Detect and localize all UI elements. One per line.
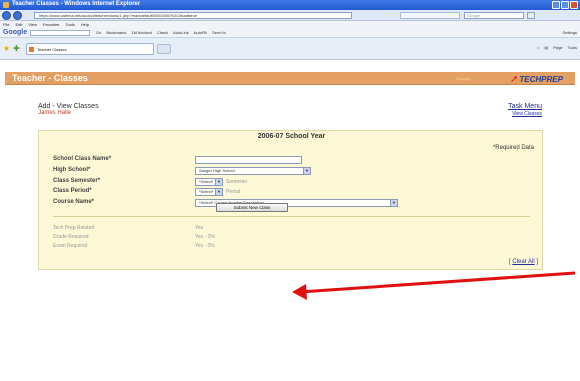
tools-menu[interactable]: Tools [568, 45, 577, 50]
forward-button[interactable] [13, 11, 22, 20]
arrow-shaft [299, 271, 576, 294]
tab-label: Teacher Classes [37, 47, 67, 52]
toolbar-blocked[interactable]: 1M blocked [131, 28, 151, 38]
maximize-button[interactable] [561, 1, 569, 9]
menu-view[interactable]: View [28, 21, 37, 28]
google-logo: Google [3, 29, 28, 36]
close-button[interactable] [570, 1, 578, 9]
menu-favorites[interactable]: Favorites [43, 21, 59, 28]
page-icon [29, 47, 34, 52]
page-content: Teacher - Classes Security ➚ TECHPREP Ad… [0, 60, 580, 381]
window-title-bar: Teacher Classes - Windows Internet Explo… [0, 0, 580, 10]
google-toolbar-items: Go Bookmarks 1M blocked Check AutoLink A… [96, 28, 226, 38]
new-tab-button[interactable] [157, 44, 171, 54]
print-icon[interactable]: ▤ [545, 45, 549, 50]
toolbar-settings[interactable]: Settings [563, 28, 577, 38]
toolbar-autolink[interactable]: AutoLink [173, 28, 189, 38]
url-input[interactable]: https://www.catema.net/accs/cl/teacher/c… [34, 12, 352, 19]
toolbar-send-to[interactable]: Send to [212, 28, 226, 38]
menu-help[interactable]: Help [81, 21, 89, 28]
google-search-input[interactable] [30, 30, 90, 36]
arrow-head [292, 284, 307, 300]
minimize-button[interactable] [552, 1, 560, 9]
search-input[interactable]: Google [464, 12, 524, 19]
command-bar: ⌂ ▤ Page Tools [537, 45, 577, 50]
tab-row: ★ ✚ Teacher Classes ⌂ ▤ Page Tools [0, 38, 580, 60]
menu-bar: File Edit View Favorites Tools Help [0, 21, 580, 28]
address-bar: https://www.catema.net/accs/cl/teacher/c… [0, 10, 580, 21]
refresh-stop-buttons[interactable] [400, 12, 460, 19]
search-icon[interactable] [527, 12, 535, 19]
favorites-star-icon[interactable]: ★ [3, 45, 10, 53]
google-toolbar: Google Go Bookmarks 1M blocked Check Aut… [0, 28, 580, 38]
page-menu[interactable]: Page [553, 45, 562, 50]
home-icon[interactable]: ⌂ [537, 45, 539, 50]
ie-icon [3, 2, 9, 8]
toolbar-check[interactable]: Check [157, 28, 168, 38]
back-button[interactable] [2, 11, 11, 20]
annotation-arrow [292, 271, 576, 300]
add-favorite-icon[interactable]: ✚ [13, 45, 20, 53]
menu-edit[interactable]: Edit [15, 21, 22, 28]
menu-file[interactable]: File [3, 21, 9, 28]
window-controls [552, 1, 578, 9]
window-title: Teacher Classes - Windows Internet Explo… [12, 1, 141, 7]
toolbar-go[interactable]: Go [96, 28, 101, 38]
toolbar-autofill[interactable]: AutoFill [194, 28, 207, 38]
menu-tools[interactable]: Tools [65, 21, 74, 28]
tab-teacher-classes[interactable]: Teacher Classes [26, 43, 154, 55]
toolbar-bookmarks[interactable]: Bookmarks [106, 28, 126, 38]
